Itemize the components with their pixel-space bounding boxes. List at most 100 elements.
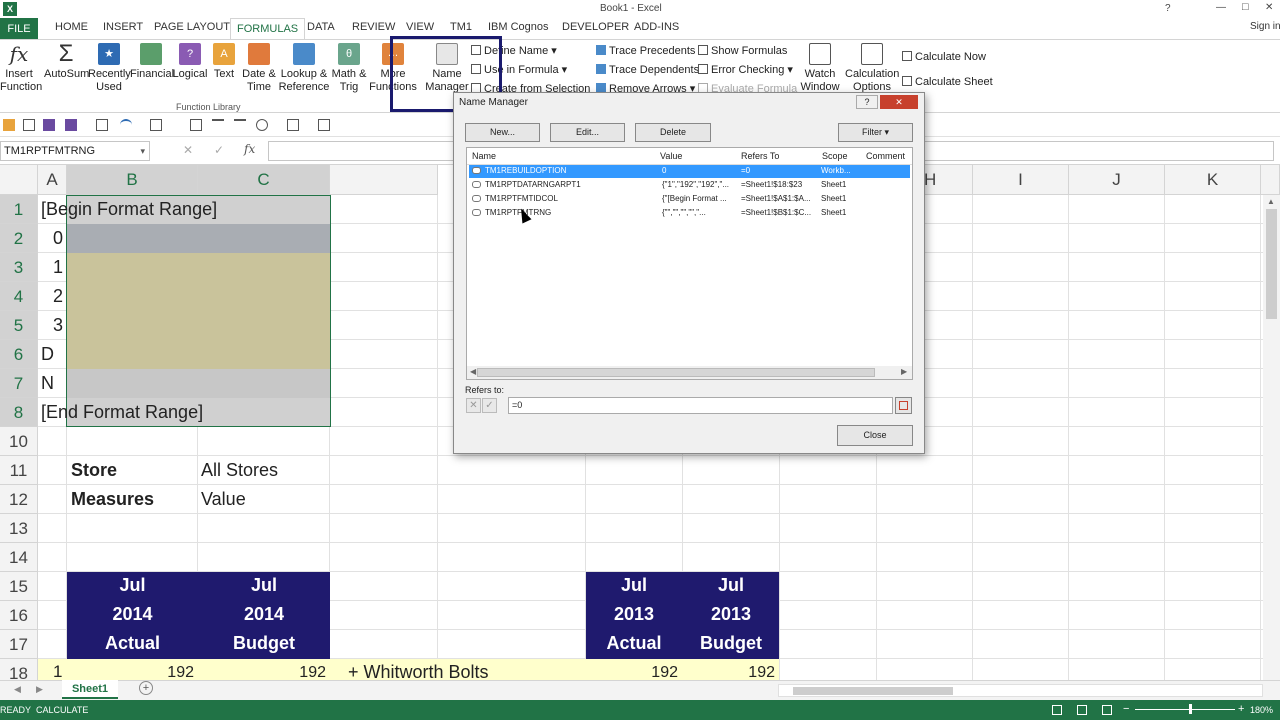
row-header-16[interactable]: 16 — [0, 601, 38, 630]
sort-icon[interactable] — [96, 119, 108, 131]
help-button[interactable]: ? — [1165, 3, 1171, 14]
status-calculate[interactable]: CALCULATE — [36, 705, 88, 715]
tab-ibm-cognos[interactable]: IBM Cognos — [488, 21, 549, 33]
cell-a7[interactable]: N — [41, 373, 54, 394]
cell-g17[interactable]: Actual — [586, 633, 682, 654]
cell-g18[interactable]: 192 — [586, 664, 678, 680]
calculation-options-button[interactable]: Calculation Options — [845, 43, 899, 94]
row-header-17[interactable]: 17 — [0, 630, 38, 659]
insert-function-fx-icon[interactable]: fx — [244, 142, 255, 156]
tab-review[interactable]: REVIEW — [352, 21, 395, 33]
row-header-14[interactable]: 14 — [0, 543, 38, 572]
refers-enter-icon[interactable]: ✓ — [482, 398, 497, 413]
zoom-in-icon[interactable]: + — [1238, 703, 1244, 715]
row-header-12[interactable]: 12 — [0, 485, 38, 514]
zoom-out-icon[interactable]: − — [1123, 703, 1129, 715]
tab-tm1[interactable]: TM1 — [450, 21, 472, 33]
list-hscrollbar[interactable]: ◀ ▶ — [467, 366, 912, 379]
cell-b12[interactable]: Measures — [71, 489, 154, 510]
row-header-2[interactable]: 2 — [0, 224, 38, 253]
collapse-dialog-icon[interactable] — [895, 397, 912, 414]
logical-button[interactable]: ? Logical — [172, 43, 208, 81]
cell-g15[interactable]: Jul — [586, 575, 682, 596]
sign-in-link[interactable]: Sign in — [1250, 21, 1280, 32]
scroll-thumb[interactable] — [1266, 209, 1277, 319]
row-header-11[interactable]: 11 — [0, 456, 38, 485]
column-header-i[interactable]: I — [973, 165, 1069, 195]
tab-add-ins[interactable]: ADD-INS — [634, 21, 679, 33]
folder-icon[interactable] — [3, 119, 15, 131]
align-left-icon[interactable] — [212, 119, 224, 131]
calculate-now-button[interactable]: Calculate Now — [902, 50, 986, 64]
sheet-nav-next-icon[interactable]: ▶ — [36, 684, 43, 695]
tab-developer[interactable]: DEVELOPER — [562, 21, 629, 33]
trace-precedents-button[interactable]: Trace Precedents — [596, 44, 695, 58]
row-header-18[interactable]: 18 — [0, 659, 38, 680]
delete-name-button[interactable]: Delete — [635, 123, 711, 142]
row-header-15[interactable]: 15 — [0, 572, 38, 601]
restore-button[interactable]: □ — [1242, 1, 1249, 13]
select-all-corner[interactable] — [0, 165, 38, 195]
row-header-3[interactable]: 3 — [0, 253, 38, 282]
row-header-5[interactable]: 5 — [0, 311, 38, 340]
edit-name-button[interactable]: Edit... — [550, 123, 625, 142]
zoom-icon[interactable] — [256, 119, 268, 131]
cell-a4[interactable]: 2 — [53, 286, 63, 307]
add-sheet-button[interactable]: + — [139, 681, 153, 695]
close-button[interactable]: ✕ — [1265, 2, 1273, 13]
row-header-10[interactable]: 10 — [0, 427, 38, 456]
cell-h15[interactable]: Jul — [683, 575, 779, 596]
list-item[interactable]: TM1RPTDATARNGARPT1 {"1","192","192","...… — [469, 179, 910, 192]
borders-icon[interactable] — [150, 119, 162, 131]
cancel-icon[interactable]: ✕ — [183, 143, 193, 157]
cell-a5[interactable]: 3 — [53, 315, 63, 336]
format-painter-icon[interactable] — [190, 119, 202, 131]
row-header-6[interactable]: 6 — [0, 340, 38, 369]
enter-icon[interactable]: ✓ — [214, 143, 224, 157]
dialog-close-x-button[interactable]: ✕ — [880, 95, 918, 109]
close-dialog-button[interactable]: Close — [837, 425, 913, 446]
horizontal-scrollbar[interactable] — [778, 684, 1263, 697]
hscroll-thumb[interactable] — [793, 687, 953, 695]
sheet-tab-sheet1[interactable]: Sheet1 — [62, 680, 118, 699]
tab-page-layout[interactable]: PAGE LAYOUT — [154, 21, 230, 33]
autosum-button[interactable]: Σ AutoSum — [44, 42, 89, 81]
cell-d18[interactable]: + Whitworth Bolts — [348, 662, 489, 680]
cell-h18[interactable]: 192 — [683, 664, 775, 680]
cell-a18[interactable]: 1 — [53, 662, 62, 680]
watch-window-button[interactable]: Watch Window — [798, 43, 842, 94]
cell-a3[interactable]: 1 — [53, 257, 63, 278]
cell-b11[interactable]: Store — [71, 460, 117, 481]
math-trig-button[interactable]: θ Math & Trig — [330, 43, 368, 94]
financial-button[interactable]: Financial — [130, 43, 174, 81]
align-center-icon[interactable] — [234, 119, 246, 131]
cell-c18[interactable]: 192 — [198, 664, 326, 680]
header-refers-to[interactable]: Refers To — [741, 151, 779, 161]
cell-a2[interactable]: 0 — [53, 228, 63, 249]
form-icon[interactable] — [318, 119, 330, 131]
cell-h17[interactable]: Budget — [683, 633, 779, 654]
column-header-j[interactable]: J — [1069, 165, 1165, 195]
tab-home[interactable]: HOME — [55, 21, 88, 33]
header-name[interactable]: Name — [472, 151, 496, 161]
dialog-help-button[interactable]: ? — [856, 95, 878, 109]
tab-insert[interactable]: INSERT — [103, 21, 143, 33]
undo-icon[interactable] — [120, 119, 132, 131]
cell-b16[interactable]: 2014 — [67, 604, 198, 625]
name-box[interactable]: TM1RPTFMTRNG ▾ — [0, 141, 150, 161]
sheet-nav-prev-icon[interactable]: ◀ — [14, 684, 21, 695]
new-name-button[interactable]: New... — [465, 123, 540, 142]
cell-c15[interactable]: Jul — [198, 575, 330, 596]
column-header-k[interactable]: K — [1165, 165, 1261, 195]
cell-a6[interactable]: D — [41, 344, 54, 365]
zoom-slider-thumb[interactable] — [1189, 704, 1192, 714]
scroll-left-icon[interactable]: ◀ — [470, 367, 476, 376]
page-break-view-icon[interactable] — [1102, 705, 1112, 715]
tab-formulas[interactable]: FORMULAS — [230, 18, 306, 41]
list-item[interactable]: TM1REBUILDOPTION 0 =0 Workb... — [469, 165, 910, 178]
cell-a1[interactable]: [Begin Format Range] — [41, 199, 217, 220]
filter-button[interactable]: Filter ▾ — [838, 123, 913, 142]
row-header-1[interactable]: 1 — [0, 195, 38, 224]
text-button[interactable]: A Text — [208, 43, 240, 81]
column-header-a[interactable]: A — [38, 165, 67, 195]
